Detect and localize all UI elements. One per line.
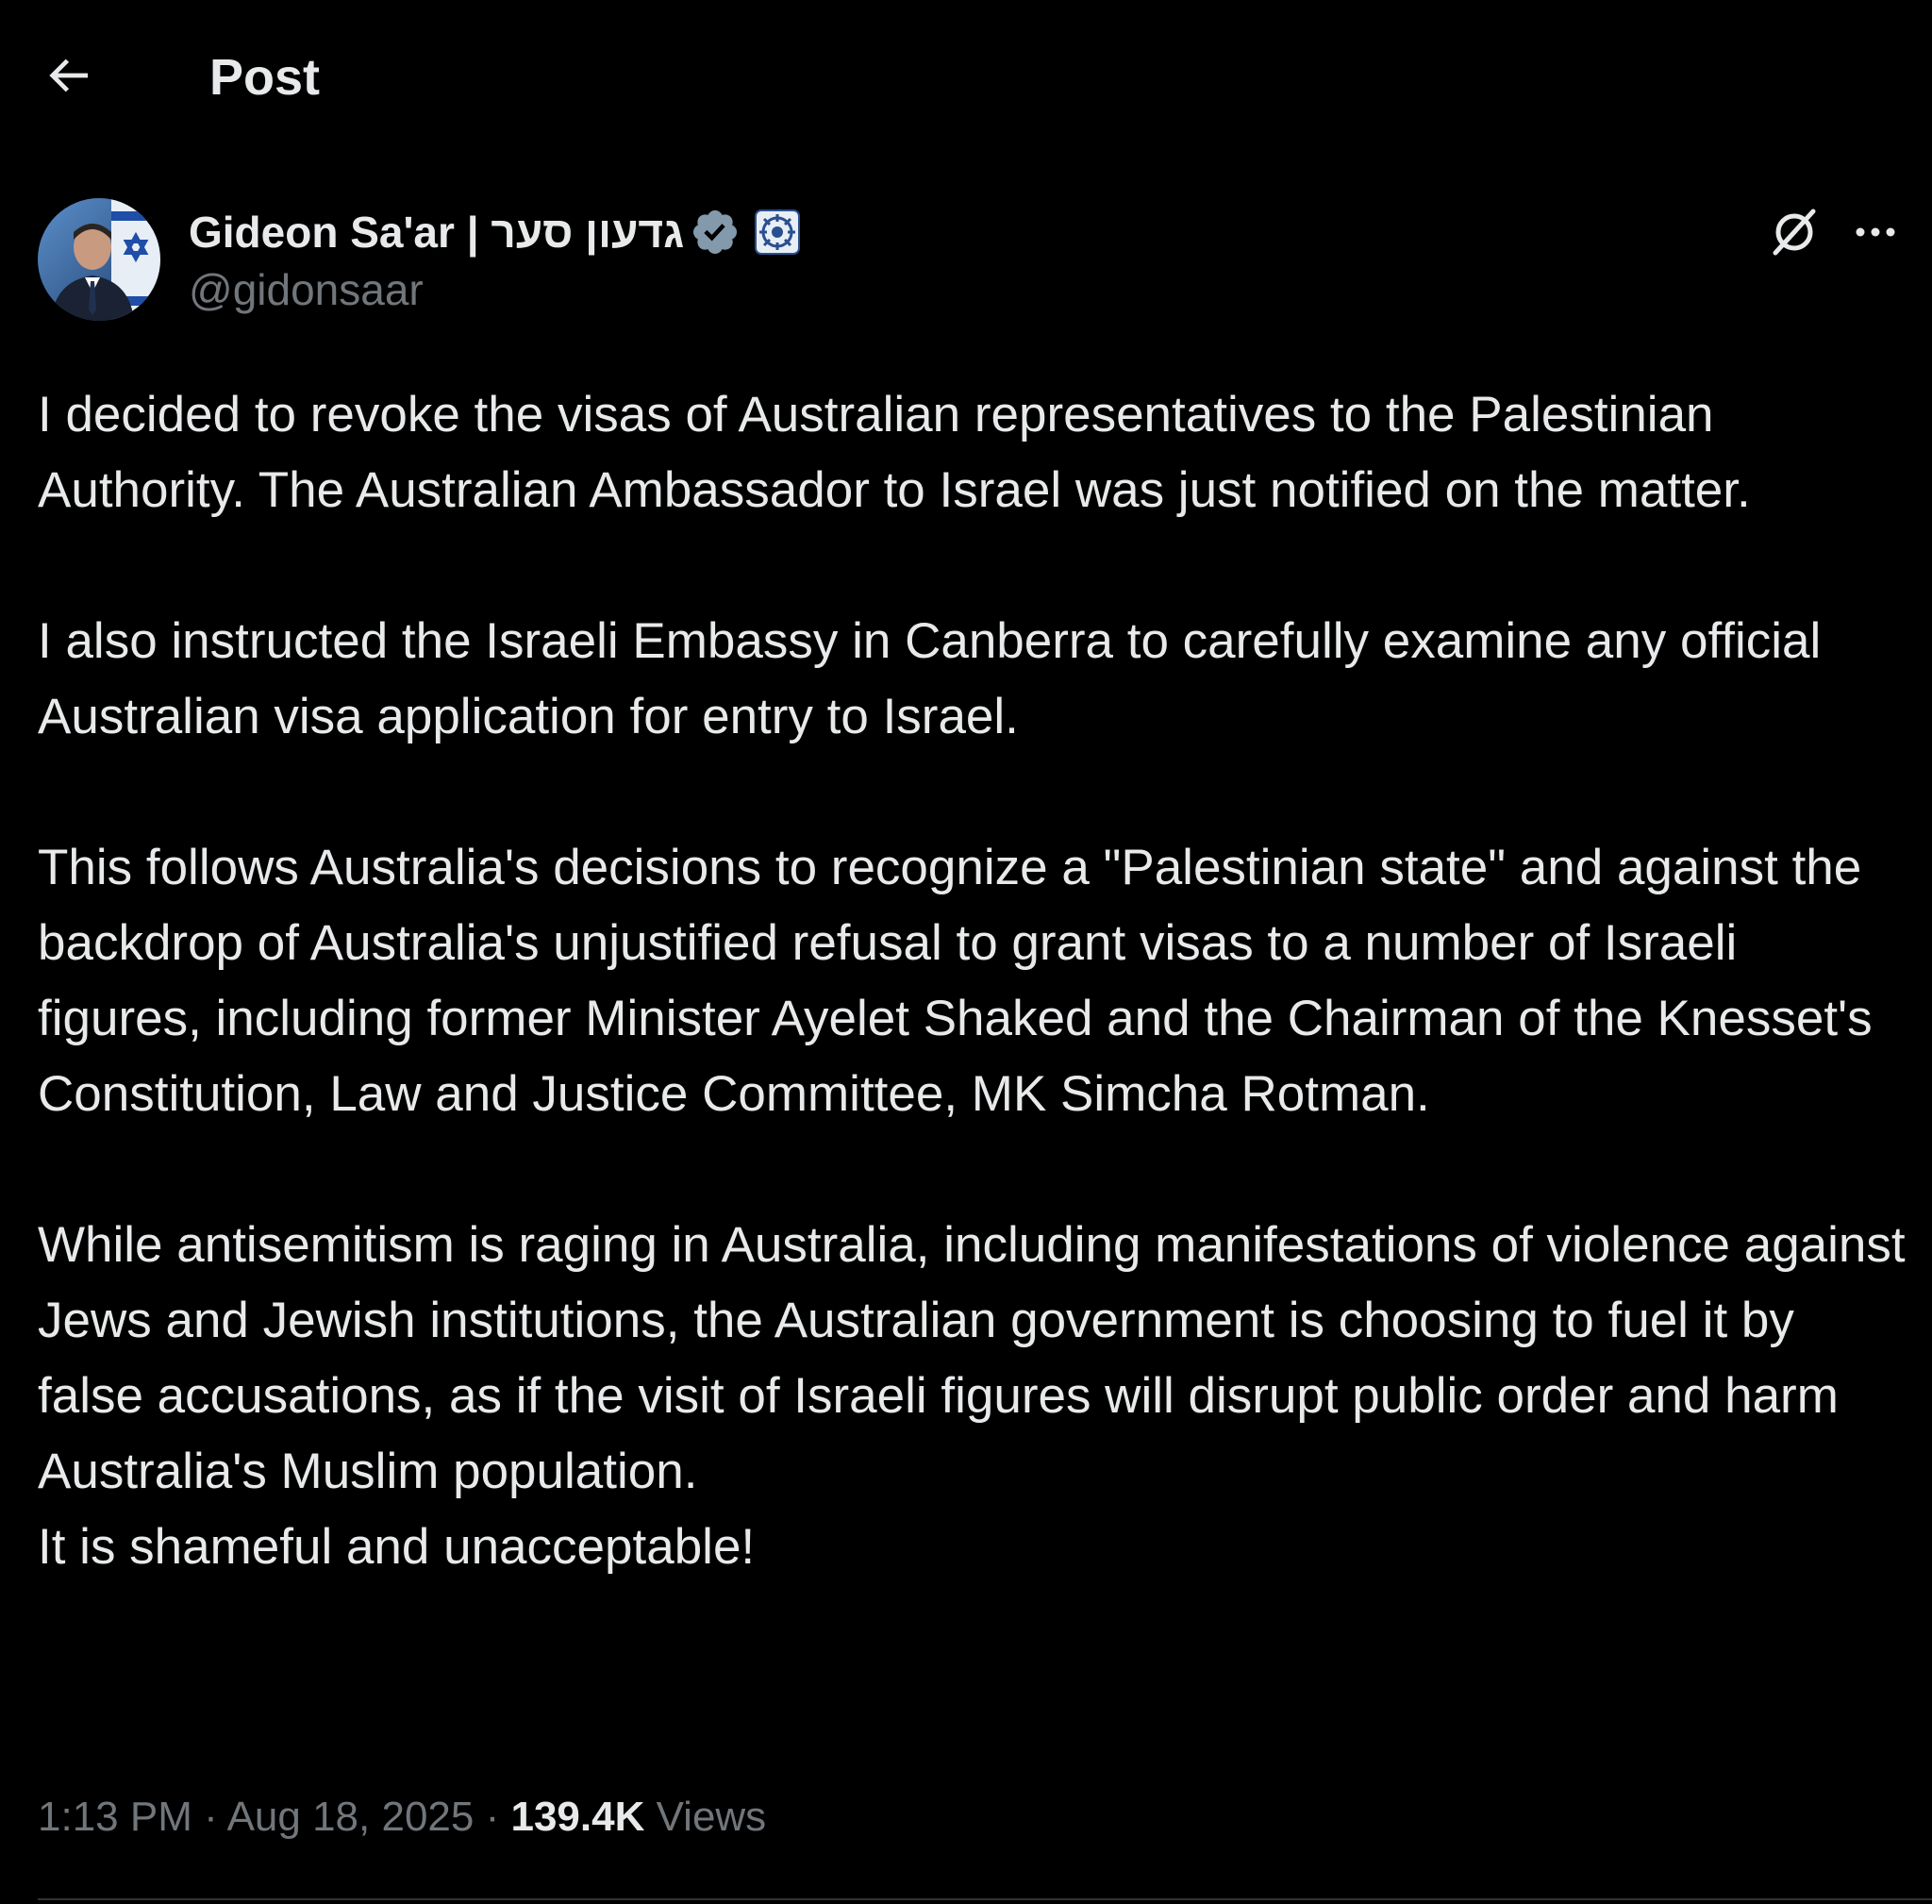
post-text: I decided to revoke the visas of Austral… bbox=[38, 377, 1906, 1585]
views-label: Views bbox=[656, 1794, 767, 1840]
views-count[interactable]: 139.4K bbox=[510, 1794, 644, 1840]
grok-button[interactable] bbox=[1764, 202, 1824, 262]
post-paragraph-3: This follows Australia's decisions to re… bbox=[38, 840, 1873, 1122]
back-button[interactable] bbox=[34, 42, 102, 109]
more-horizontal-icon bbox=[1856, 227, 1895, 237]
post-meta: 1:13 PM · Aug 18, 2025 · 139.4K Views bbox=[38, 1783, 766, 1851]
author-name-line: Gideon Sa'ar | גדעון סער bbox=[189, 202, 801, 262]
arrow-left-icon bbox=[49, 58, 88, 92]
post-time[interactable]: 1:13 PM bbox=[38, 1794, 192, 1840]
author-handle[interactable]: @gidonsaar bbox=[189, 264, 424, 315]
verified-badge-icon[interactable] bbox=[690, 207, 741, 258]
avatar-image bbox=[38, 198, 160, 321]
post-date[interactable]: Aug 18, 2025 bbox=[227, 1794, 475, 1840]
avatar[interactable] bbox=[38, 198, 160, 321]
meta-separator: · bbox=[485, 1794, 500, 1840]
divider bbox=[38, 1898, 1932, 1900]
author-row: Gideon Sa'ar | גדעון סער @gidonsaar bbox=[0, 189, 1932, 330]
post-paragraph-1: I decided to revoke the visas of Austral… bbox=[38, 387, 1751, 518]
post-paragraph-4: While antisemitism is raging in Australi… bbox=[38, 1217, 1906, 1499]
post-paragraph-2: I also instructed the Israeli Embassy in… bbox=[38, 613, 1822, 744]
page-title: Post bbox=[209, 49, 321, 106]
post-header: Post bbox=[0, 0, 1932, 156]
author-display-name[interactable]: Gideon Sa'ar | גדעון סער bbox=[189, 207, 684, 258]
post-paragraph-5: It is shameful and unacceptable! bbox=[38, 1519, 756, 1575]
meta-separator: · bbox=[204, 1794, 218, 1840]
government-affiliate-badge-icon[interactable] bbox=[754, 209, 801, 256]
grok-icon bbox=[1773, 209, 1816, 256]
more-options-button[interactable] bbox=[1845, 202, 1906, 262]
